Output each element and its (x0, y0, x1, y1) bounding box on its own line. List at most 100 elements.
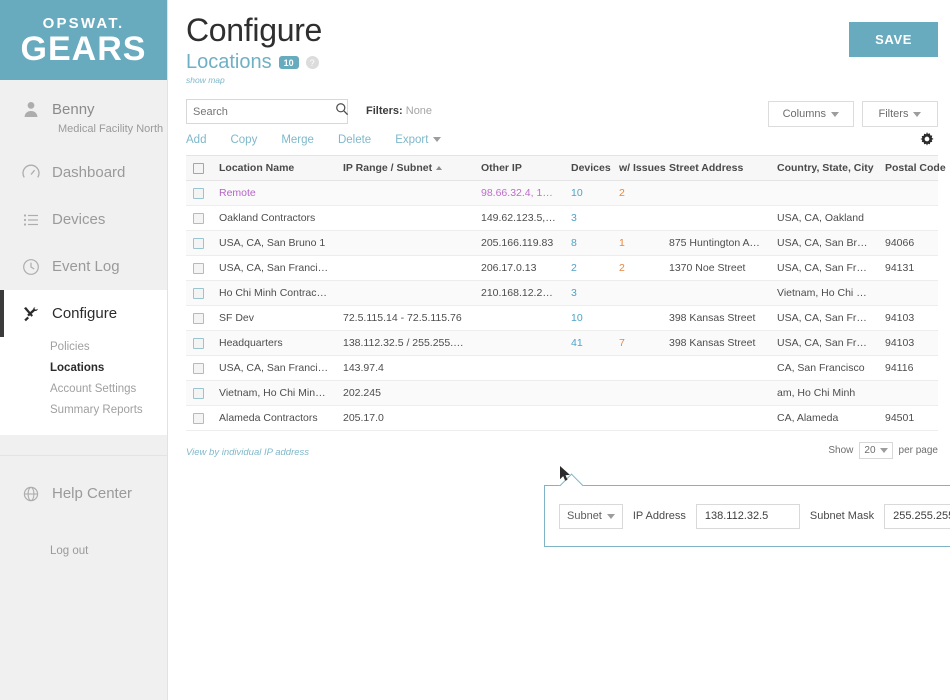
table-row[interactable]: Alameda Contractors 205.17.0 CA, Alameda 94… (186, 405, 938, 431)
filters-status-value: None (405, 105, 433, 117)
row-checkbox-cell[interactable] (186, 255, 212, 281)
sidebar-item-dashboard[interactable]: Dashboard (0, 149, 167, 196)
cell-ip-range: 205.17.0 (336, 405, 474, 431)
search-box[interactable] (186, 99, 349, 124)
sidebar-item-devices[interactable]: Devices (0, 196, 167, 243)
gear-icon[interactable] (920, 132, 934, 151)
sidebar-item-configure[interactable]: Configure (0, 290, 167, 337)
subnet-mask-label: Subnet Mask (809, 510, 875, 522)
row-checkbox[interactable] (193, 237, 204, 249)
locations-count-badge: 10 (278, 55, 299, 70)
table-row[interactable]: Remote 98.66.32.4, 102.8... 10 2 (186, 180, 938, 206)
sidebar-subitem-locations[interactable]: Locations (50, 358, 167, 379)
show-map-link[interactable]: show map (186, 75, 938, 85)
col-devices[interactable]: Devices (564, 155, 612, 181)
table-row[interactable]: Oakland Contractors 149.62.123.5, 208...3… (186, 205, 938, 231)
sidebar-subnav: Policies Locations Account Settings Summ… (0, 337, 167, 435)
sidebar-subitem-policies[interactable]: Policies (50, 337, 167, 358)
search-icon[interactable] (335, 102, 349, 121)
sidebar-item-help-center[interactable]: Help Center (0, 470, 167, 517)
row-checkbox-cell[interactable] (186, 405, 212, 431)
table-row[interactable]: Vietnam, Ho Chi Minh 1 202.245 am, Ho Chi … (186, 380, 938, 406)
sidebar-item-event-log[interactable]: Event Log (0, 243, 167, 290)
add-link[interactable]: Add (186, 134, 206, 146)
select-all-header[interactable] (186, 155, 212, 181)
table-row[interactable]: Headquarters 138.112.32.5 / 255.255.255.0… (186, 330, 938, 356)
row-checkbox-cell[interactable] (186, 280, 212, 306)
table-row[interactable]: Ho Chi Minh Contractors 210.168.12.28, 21… (186, 280, 938, 306)
row-checkbox-cell[interactable] (186, 180, 212, 206)
table-row[interactable]: SF Dev 72.5.115.14 - 72.5.115.76 10 398 Kan… (186, 305, 938, 331)
row-checkbox[interactable] (193, 312, 204, 324)
row-checkbox-cell[interactable] (186, 380, 212, 406)
delete-link[interactable]: Delete (338, 134, 371, 146)
subnet-mask-input[interactable] (884, 503, 950, 529)
mouse-cursor-icon (560, 466, 572, 488)
row-checkbox[interactable] (193, 287, 204, 299)
cell-street-address: 1370 Noe Street (662, 255, 770, 281)
col-other-ip[interactable]: Other IP (474, 155, 564, 181)
row-checkbox[interactable] (193, 387, 204, 399)
merge-link[interactable]: Merge (281, 134, 314, 146)
table-controls: Columns Filters (767, 101, 938, 127)
col-country-state-city[interactable]: Country, State, City (770, 155, 878, 181)
search-input[interactable] (193, 105, 335, 118)
row-checkbox[interactable] (193, 337, 204, 349)
brand-main-text: GEARS (20, 30, 147, 69)
row-checkbox-cell[interactable] (186, 205, 212, 231)
col-street-address[interactable]: Street Address (662, 155, 770, 181)
user-org: Medical Facility North (58, 123, 164, 135)
row-checkbox[interactable] (193, 262, 204, 274)
sidebar-subitem-summary-reports[interactable]: Summary Reports (50, 400, 167, 421)
export-link[interactable]: Export (395, 134, 442, 146)
subnet-editor-popup: × Subnet IP Address Subnet Mask + (544, 485, 950, 547)
table-footer: View by individual IP address Show 20 pe… (186, 442, 938, 464)
cell-with-issues (612, 280, 662, 306)
row-checkbox[interactable] (193, 212, 204, 224)
copy-link[interactable]: Copy (230, 134, 257, 146)
cell-with-issues: 2 (612, 180, 662, 206)
sidebar-item-label: Dashboard (52, 164, 126, 181)
ip-address-input[interactable] (695, 503, 800, 529)
sidebar-subitem-account-settings[interactable]: Account Settings (50, 379, 167, 400)
select-all-checkbox[interactable] (193, 162, 204, 174)
cell-country-state-city (770, 180, 878, 206)
cell-other-ip (474, 355, 564, 381)
cell-street-address (662, 405, 770, 431)
cell-country-state-city: CA, Alameda (770, 405, 878, 431)
cell-location-name: Vietnam, Ho Chi Minh 1 (212, 380, 336, 406)
ip-type-select[interactable]: Subnet (559, 503, 623, 529)
cell-ip-range: 138.112.32.5 / 255.255.255.0 (336, 330, 474, 356)
view-by-ip-link[interactable]: View by individual IP address (186, 447, 309, 458)
row-checkbox[interactable] (193, 362, 204, 374)
cell-postal-code (878, 380, 938, 406)
col-location-name[interactable]: Location Name (212, 155, 336, 181)
row-checkbox[interactable] (193, 187, 204, 199)
save-button[interactable]: SAVE (849, 22, 938, 57)
col-postal-code[interactable]: Postal Code (878, 155, 946, 181)
row-checkbox-cell[interactable] (186, 305, 212, 331)
table-row[interactable]: USA, CA, San Francisco 3 143.97.4 CA, San … (186, 355, 938, 381)
help-question-icon[interactable]: ? (305, 56, 319, 69)
columns-button[interactable]: Columns (767, 101, 854, 127)
cell-street-address: 398 Kansas Street (662, 305, 770, 331)
row-checkbox-cell[interactable] (186, 355, 212, 381)
cell-devices: 2 (564, 255, 612, 281)
row-checkbox-cell[interactable] (186, 330, 212, 356)
logout-link[interactable]: Log out (0, 545, 167, 557)
gauge-icon (22, 164, 40, 182)
col-ip-range[interactable]: IP Range / Subnet (336, 155, 474, 181)
sidebar-item-label: Devices (52, 211, 106, 228)
cell-location-name: Alameda Contractors (212, 405, 336, 431)
table-head: Location Name IP Range / Subnet Other IP… (186, 155, 946, 181)
cell-other-ip: 149.62.123.5, 208... (474, 205, 564, 231)
page-size-select[interactable]: 20 (859, 442, 893, 459)
row-checkbox[interactable] (193, 412, 204, 424)
table-row[interactable]: USA, CA, San Bruno 1 205.166.119.83 8 1 875 … (186, 230, 938, 256)
sidebar: OPSWAT. GEARS Benny Medical Facility Nor… (0, 0, 168, 700)
filters-status-label: Filters: (366, 105, 403, 117)
table-row[interactable]: USA, CA, San Francisco 2 206.17.0.13 2 2 137… (186, 255, 938, 281)
filters-button[interactable]: Filters (862, 101, 938, 127)
row-checkbox-cell[interactable] (186, 230, 212, 256)
col-with-issues[interactable]: w/ Issues (612, 155, 666, 181)
